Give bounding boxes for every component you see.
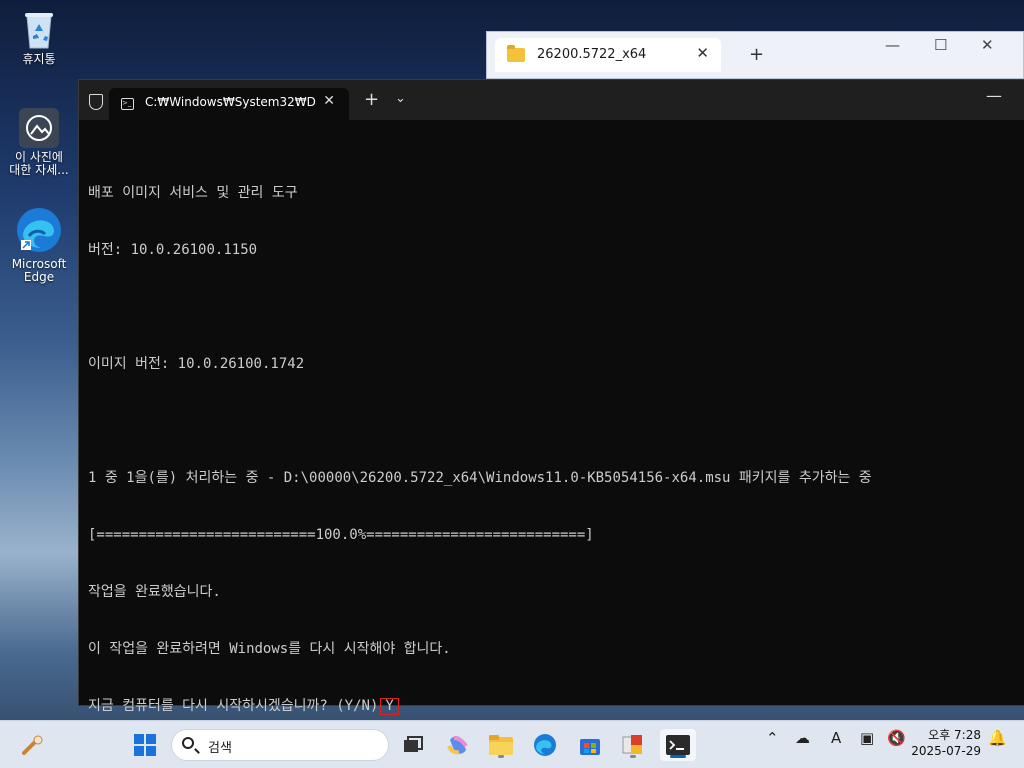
output-line: 이미지 버전: 10.0.26100.1742	[88, 356, 305, 372]
store-icon	[580, 739, 600, 755]
task-view-button[interactable]	[397, 729, 429, 761]
close-tab-icon[interactable]: ✕	[696, 44, 709, 62]
search-box[interactable]: 검색	[171, 729, 389, 761]
prompt-line: 지금 컴퓨터를 다시 시작하시겠습니까? (Y/N) Y	[88, 697, 1014, 716]
close-button[interactable]: ✕	[981, 36, 994, 54]
search-icon	[182, 737, 194, 749]
minimize-button[interactable]: —	[986, 86, 1002, 105]
terminal-output[interactable]: 배포 이미지 서비스 및 관리 도구 버전: 10.0.26100.1150 이…	[88, 146, 1014, 754]
office-icon	[622, 735, 642, 754]
cmd-icon: >_	[121, 98, 134, 110]
onedrive-offline-icon[interactable]: ☁	[795, 729, 810, 747]
widgets-icon	[22, 735, 43, 755]
active-indicator	[670, 755, 686, 758]
desktop-icon-label: Microsoft Edge	[11, 257, 67, 284]
output-line: 버전: 10.0.26100.1150	[88, 242, 258, 258]
terminal-tab-title: C:₩Windows₩System32₩Disn	[145, 95, 317, 109]
office-button[interactable]	[617, 729, 649, 761]
running-indicator	[630, 755, 636, 758]
output-line: 이 작업을 완료하려면 Windows를 다시 시작해야 합니다.	[88, 641, 451, 657]
explorer-tab-title: 26200.5722_x64	[537, 47, 647, 62]
terminal-window[interactable]: >_ C:₩Windows₩System32₩Disn ✕ + ⌄ — 배포 이…	[78, 79, 1024, 715]
output-line: 배포 이미지 서비스 및 관리 도구	[88, 185, 298, 201]
terminal-titlebar[interactable]: >_ C:₩Windows₩System32₩Disn ✕ + ⌄ —	[79, 80, 1024, 120]
desktop-icon-photo-info[interactable]: 이 사진에 대한 자세...	[3, 108, 75, 177]
new-tab-button[interactable]: +	[364, 89, 379, 110]
chevron-down-icon[interactable]: ⌄	[395, 91, 406, 106]
copilot-icon	[447, 736, 468, 755]
search-placeholder: 검색	[208, 741, 232, 756]
terminal-taskbar-button[interactable]	[660, 729, 696, 761]
explorer-tab[interactable]: 26200.5722_x64 ✕	[495, 38, 721, 72]
close-tab-icon[interactable]: ✕	[323, 93, 335, 109]
clock-date: 2025-07-29	[911, 744, 981, 758]
store-button[interactable]	[574, 729, 606, 761]
taskbar: 검색 ⌃ ☁ A ▣ 🔇 오후 7:28 2025-07-29 🔔	[0, 720, 1024, 768]
new-tab-button[interactable]: +	[749, 44, 764, 65]
volume-muted-icon[interactable]: 🔇	[887, 729, 906, 747]
recycle-bin-icon	[19, 10, 59, 50]
output-line: [==========================100.0%=======…	[88, 527, 594, 543]
photo-info-icon	[19, 108, 59, 148]
minimize-button[interactable]: —	[885, 36, 900, 54]
desktop-icon-label: 이 사진에 대한 자세...	[9, 150, 69, 177]
file-explorer-button[interactable]	[485, 729, 517, 761]
edge-button[interactable]	[529, 729, 561, 761]
desktop-icon-label: 휴지통	[22, 52, 56, 66]
start-icon	[134, 734, 156, 756]
file-explorer-window[interactable]: 26200.5722_x64 ✕ + — ☐ ✕	[486, 31, 1024, 79]
start-button[interactable]	[129, 729, 161, 761]
desktop-icon-edge[interactable]: Microsoft Edge	[3, 205, 75, 284]
copilot-button[interactable]	[442, 729, 474, 761]
ime-icon[interactable]: A	[831, 729, 841, 747]
command-input[interactable]: Y	[380, 698, 399, 715]
desktop-icon-recycle-bin[interactable]: 휴지통	[3, 10, 75, 66]
maximize-button[interactable]: ☐	[934, 36, 947, 54]
running-indicator	[498, 755, 504, 758]
notification-bell-icon[interactable]: 🔔	[988, 729, 1007, 747]
widgets-button[interactable]	[16, 729, 48, 761]
terminal-icon	[666, 735, 690, 755]
output-line: 1 중 1을(를) 처리하는 중 - D:\00000\26200.5722_x…	[88, 470, 872, 486]
folder-icon	[507, 45, 525, 62]
edge-icon	[534, 734, 556, 756]
terminal-tab[interactable]: >_ C:₩Windows₩System32₩Disn ✕	[109, 88, 349, 120]
chevron-up-icon[interactable]: ⌃	[766, 729, 779, 747]
task-view-icon	[404, 736, 423, 752]
clock[interactable]: 오후 7:28 2025-07-29	[911, 727, 981, 759]
network-icon[interactable]: ▣	[860, 729, 874, 747]
clock-time: 오후 7:28	[928, 728, 981, 742]
file-explorer-icon	[489, 735, 513, 755]
edge-icon	[14, 205, 64, 255]
restart-prompt: 지금 컴퓨터를 다시 시작하시겠습니까? (Y/N)	[88, 698, 379, 714]
output-line: 작업을 완료했습니다.	[88, 584, 221, 600]
shield-icon	[89, 94, 103, 110]
